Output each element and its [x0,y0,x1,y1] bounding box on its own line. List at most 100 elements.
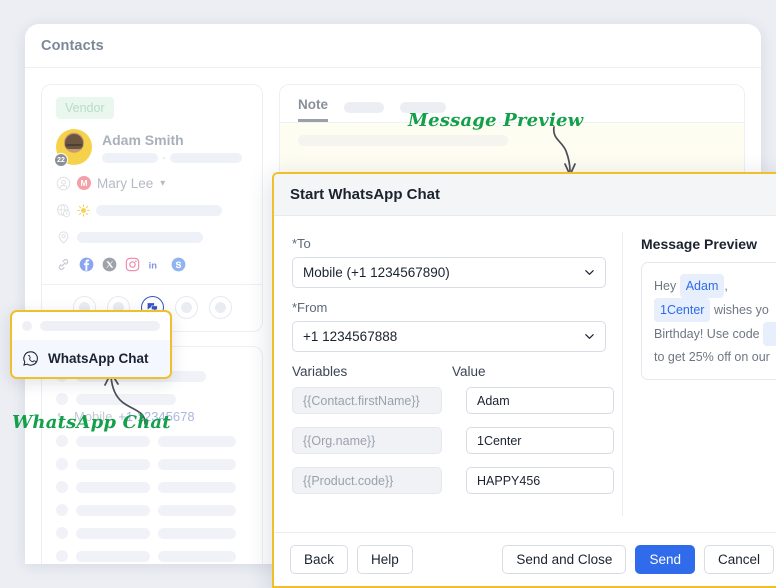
variable-value-input[interactable]: HAPPY456 [466,467,614,494]
chevron-down-icon[interactable]: ▾ [160,178,165,189]
preview-chip-orgname: 1Center [654,298,711,322]
variable-row: {{Org.name}} 1Center [292,427,614,454]
social-links-row: in [56,257,248,272]
value-column-header: Value [452,364,486,379]
skeleton-bar [102,152,158,163]
dialog-title: Start WhatsApp Chat [290,186,440,203]
skeleton-bar [76,393,176,405]
link-icon[interactable] [56,257,71,272]
skeleton-dot [56,504,68,516]
variable-key: {{Org.name}} [292,427,442,454]
message-preview-line-1: Hey Adam, [654,274,776,298]
message-preview-column: Message Preview Hey Adam, 1Center wishes… [623,216,776,532]
whatsapp-chat-popup: WhatsApp Chat [10,310,172,379]
contact-name: Adam Smith [102,131,184,148]
page-title: Contacts [41,37,104,54]
popup-placeholder-row[interactable] [12,312,170,340]
variable-value-input[interactable]: 1Center [466,427,614,454]
skeleton-bar [158,435,236,447]
cancel-button[interactable]: Cancel [703,545,774,574]
placeholder-row [56,504,248,516]
dialog-header: Start WhatsApp Chat [274,174,776,216]
globe-clock-icon [57,203,71,217]
preview-chip-firstname: Adam [679,274,725,298]
variable-row: {{Product.code}} HAPPY456 [292,467,614,494]
start-whatsapp-chat-dialog: Start WhatsApp Chat *To Mobile (+1 12345… [272,172,776,588]
dialog-footer: Back Help Send and Close Send Cancel [274,532,776,586]
variables-table-header: Variables Value [292,364,606,379]
skeleton-bar [158,504,236,516]
chevron-down-icon [585,270,594,275]
skeleton-bar [40,321,160,331]
note-card: Note [279,84,745,180]
skeleton-bar [158,527,236,539]
variable-value-input[interactable]: Adam [466,387,614,414]
back-button[interactable]: Back [290,545,349,574]
chevron-down-icon [585,334,594,339]
location-row [56,228,248,246]
menu-item-label: WhatsApp Chat [48,351,149,366]
contact-owner-row[interactable]: M Mary Lee ▾ [56,174,248,192]
action-button-4[interactable] [174,296,198,319]
skeleton-bar [96,204,222,216]
skeleton-dot [56,481,68,493]
skeleton-bar [76,458,150,470]
timezone-row [56,201,248,219]
contact-card: Vendor 22 Adam Smith M Mary Lee ▾ in [41,84,263,332]
skeleton-bar [170,152,242,163]
action-button-5[interactable] [208,296,232,319]
preview-text-birthday: Birthday! Use code [654,327,760,341]
screen-root: Contacts Vendor 22 Adam Smith M Mary Lee… [0,0,776,588]
action-dot [180,302,192,313]
to-select-value: Mobile (+1 1234567890) [303,265,450,280]
placeholder-row [56,435,248,447]
message-preview-title: Message Preview [641,236,757,252]
variable-key: {{Product.code}} [292,467,442,494]
location-pin-icon [58,230,69,244]
preview-text-wishes: wishes yo [713,303,769,317]
contact-subtitle-placeholder [102,152,248,163]
to-field-label: *To [292,236,311,251]
skeleton-dot [56,435,68,447]
skeleton-bar [158,481,236,493]
vendor-badge: Vendor [56,97,114,119]
placeholder-row [56,458,248,470]
placeholder-row [56,527,248,539]
annotation-whatsapp-chat: WhatsApp Chat [12,412,171,433]
skeleton-dot [56,393,68,405]
from-select[interactable]: +1 1234567888 [292,321,606,352]
instagram-icon[interactable] [125,257,140,272]
to-select[interactable]: Mobile (+1 1234567890) [292,257,606,288]
svg-text:in: in [149,261,158,271]
message-preview-box: Hey Adam, 1Center wishes yo Birthday! Us… [641,262,776,380]
separator-dot [163,156,165,159]
preview-chip-productcode [763,322,776,346]
skeleton-dot [56,527,68,539]
menu-item-whatsapp-chat[interactable]: WhatsApp Chat [12,340,170,377]
variables-column-header: Variables [292,364,348,379]
contact-identity: 22 Adam Smith [54,129,248,167]
skype-icon[interactable] [171,257,186,272]
help-button[interactable]: Help [357,545,413,574]
send-button[interactable]: Send [635,545,695,574]
linkedin-icon[interactable]: in [148,257,163,272]
placeholder-row [56,550,248,562]
placeholder-row [56,393,248,405]
send-and-close-button[interactable]: Send and Close [502,545,627,574]
x-icon[interactable] [102,257,117,272]
message-preview-line-3: Birthday! Use code [654,322,776,346]
contact-name-column: Adam Smith [102,132,248,163]
tab-note[interactable]: Note [298,97,328,122]
skeleton-dot [56,550,68,562]
skeleton-bar [76,504,150,516]
message-preview-line-2: 1Center wishes yo [654,298,776,322]
dialog-content: *To Mobile (+1 1234567890) *From +1 1234… [274,216,776,532]
annotation-message-preview: Message Preview [408,110,584,131]
owner-avatar: M [77,176,91,190]
skeleton-bar [77,231,203,243]
skeleton-bar [76,527,150,539]
tab-placeholder[interactable] [344,102,384,113]
facebook-icon[interactable] [79,257,94,272]
app-header: Contacts [25,24,761,68]
preview-text-hey: Hey [654,279,677,293]
